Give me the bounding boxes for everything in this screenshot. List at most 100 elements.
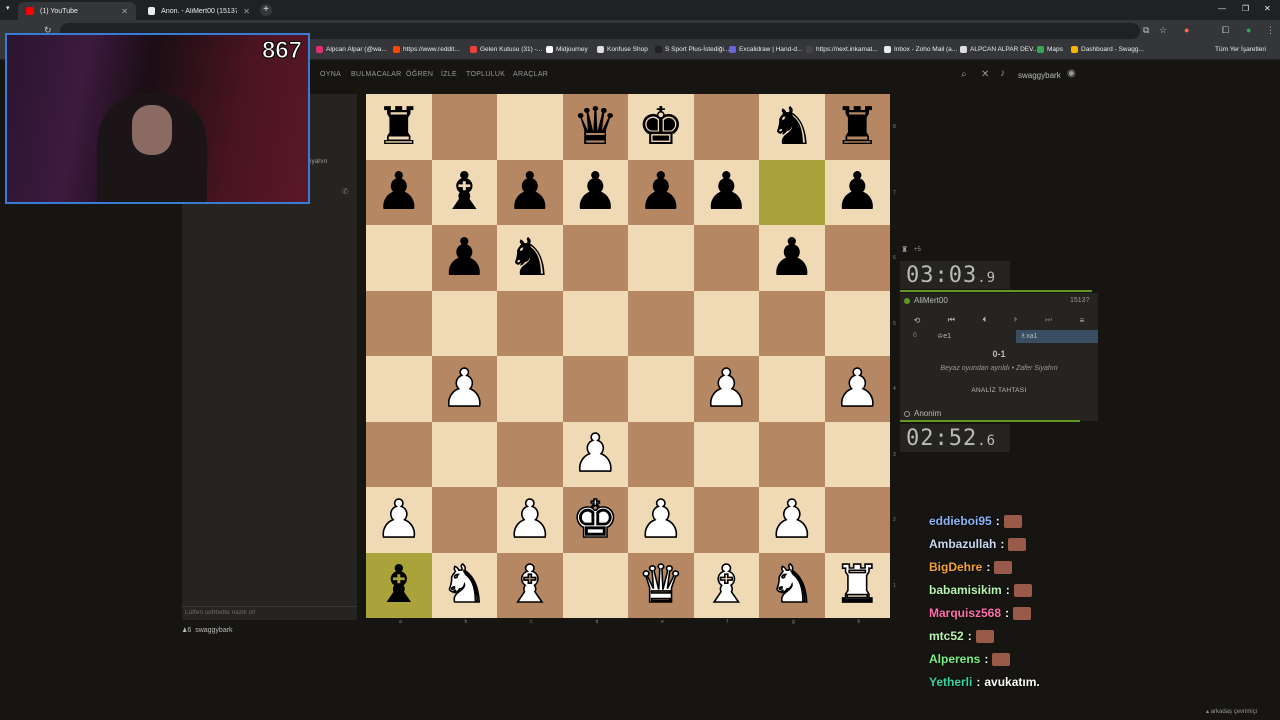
square-d1[interactable] bbox=[562, 552, 628, 618]
white-bishop-icon[interactable]: ♝ bbox=[702, 558, 750, 612]
square-c1[interactable]: ♝ bbox=[497, 552, 563, 618]
new-tab-button[interactable]: + bbox=[260, 4, 272, 16]
square-h3[interactable] bbox=[824, 421, 890, 487]
spectator-name[interactable]: swaggybark bbox=[195, 627, 232, 634]
extensions-puzzle-icon[interactable]: ⧠ bbox=[1222, 25, 1229, 36]
square-a7[interactable]: ♟ bbox=[366, 159, 432, 225]
chess-board[interactable]: ♜ ♛ ♚ ♞ ♜ ♟ ♝ ♟ ♟ ♟ ♟ ♟ ♟ ♞ ♟ ♟ ♟ ♟ ♟ ♟ ♟ ♚ ♟ ♟ ♝ ♞ ♝ ♛ ♝ ♞ ♜ bbox=[366, 94, 890, 618]
bookmark-item[interactable]: ALPCAN ALPAR DEV... bbox=[960, 46, 1038, 53]
white-knight-icon[interactable]: ♞ bbox=[768, 558, 816, 612]
close-tab-icon[interactable]: ✕ bbox=[243, 7, 250, 16]
square-e4[interactable] bbox=[628, 356, 694, 422]
square-e8[interactable]: ♚ bbox=[628, 94, 694, 160]
square-c4[interactable] bbox=[497, 356, 563, 422]
square-g2[interactable]: ♟ bbox=[759, 487, 825, 553]
close-window-icon[interactable]: ✕ bbox=[1264, 4, 1271, 13]
square-g5[interactable] bbox=[759, 290, 825, 356]
square-d7[interactable]: ♟ bbox=[562, 159, 628, 225]
square-g6[interactable]: ♟ bbox=[759, 225, 825, 291]
square-d8[interactable]: ♛ bbox=[562, 94, 628, 160]
square-b2[interactable] bbox=[431, 487, 497, 553]
tab-search-icon[interactable]: ▾ bbox=[6, 4, 10, 12]
bookmark-item[interactable]: Dashboard - Swagg... bbox=[1071, 46, 1144, 53]
square-a2[interactable]: ♟ bbox=[366, 487, 432, 553]
top-player[interactable]: AliMert00 bbox=[904, 296, 948, 305]
square-a8[interactable]: ♜ bbox=[366, 94, 432, 160]
square-g3[interactable] bbox=[759, 421, 825, 487]
bookmark-item[interactable]: Konfuse Shop bbox=[597, 46, 648, 53]
black-rook-icon[interactable]: ♜ bbox=[375, 101, 422, 153]
square-a1[interactable]: ♝ bbox=[366, 552, 432, 618]
square-c7[interactable]: ♟ bbox=[497, 159, 563, 225]
square-d6[interactable] bbox=[562, 225, 628, 291]
tab-youtube[interactable]: (1) YouTube ✕ bbox=[18, 2, 136, 20]
white-queen-icon[interactable]: ♛ bbox=[637, 558, 685, 612]
black-pawn-icon[interactable]: ♟ bbox=[703, 166, 750, 218]
square-f4[interactable]: ♟ bbox=[693, 356, 759, 422]
flip-board-icon[interactable]: ⟲ bbox=[914, 316, 921, 325]
close-icon[interactable]: ✕ bbox=[981, 69, 989, 80]
square-c3[interactable] bbox=[497, 421, 563, 487]
white-pawn-icon[interactable]: ♟ bbox=[375, 493, 423, 547]
bookmark-item[interactable]: Maps bbox=[1037, 46, 1063, 53]
square-h6[interactable] bbox=[824, 225, 890, 291]
next-move-icon[interactable]: ⏵ bbox=[1014, 315, 1018, 325]
black-rook-icon[interactable]: ♜ bbox=[834, 101, 881, 153]
maximize-icon[interactable]: ❐ bbox=[1242, 4, 1249, 13]
square-g4[interactable] bbox=[759, 356, 825, 422]
white-pawn-icon[interactable]: ♟ bbox=[506, 493, 554, 547]
bottom-player-name[interactable]: Anonim bbox=[914, 409, 941, 418]
analysis-board-button[interactable]: ANALİZ TAHTASI bbox=[900, 387, 1098, 394]
black-pawn-icon[interactable]: ♟ bbox=[506, 166, 553, 218]
tab-lichess[interactable]: Anon. - AliMert00 (15137) • sp... ✕ bbox=[140, 2, 258, 20]
square-c8[interactable] bbox=[497, 94, 563, 160]
bookmark-item[interactable]: Alpcan Alpar (@wa... bbox=[316, 46, 387, 53]
square-a4[interactable] bbox=[366, 356, 432, 422]
nav-community[interactable]: TOPLULUK bbox=[466, 71, 505, 78]
square-e5[interactable] bbox=[628, 290, 694, 356]
square-b8[interactable] bbox=[431, 94, 497, 160]
friends-online[interactable]: ▴ arkadaş çevrimiçi bbox=[1206, 708, 1257, 715]
all-bookmarks[interactable]: Tüm Yer İşaretleri bbox=[1215, 46, 1266, 53]
black-queen-icon[interactable]: ♛ bbox=[572, 101, 619, 153]
bookmark-item[interactable]: Excalidraw | Hand-d... bbox=[729, 46, 802, 53]
square-d4[interactable] bbox=[562, 356, 628, 422]
square-d5[interactable] bbox=[562, 290, 628, 356]
black-pawn-icon[interactable]: ♟ bbox=[441, 232, 488, 284]
square-e6[interactable] bbox=[628, 225, 694, 291]
star-icon[interactable]: ☆ bbox=[1159, 25, 1167, 36]
square-g1[interactable]: ♞ bbox=[759, 552, 825, 618]
black-knight-icon[interactable]: ♞ bbox=[768, 101, 815, 153]
square-a5[interactable] bbox=[366, 290, 432, 356]
square-e7[interactable]: ♟ bbox=[628, 159, 694, 225]
black-king-icon[interactable]: ♚ bbox=[637, 101, 684, 153]
square-b6[interactable]: ♟ bbox=[431, 225, 497, 291]
nav-tools[interactable]: ARAÇLAR bbox=[513, 71, 548, 78]
nav-watch[interactable]: İZLE bbox=[441, 71, 457, 78]
nav-learn[interactable]: ÖĞREN bbox=[406, 71, 433, 78]
square-c6[interactable]: ♞ bbox=[497, 225, 563, 291]
square-h8[interactable]: ♜ bbox=[824, 94, 890, 160]
search-icon[interactable]: ⌕ bbox=[961, 69, 967, 80]
square-e1[interactable]: ♛ bbox=[628, 552, 694, 618]
white-king-icon[interactable]: ♚ bbox=[571, 493, 619, 547]
chat-input[interactable]: Lütfen sohbette nazik ol! bbox=[182, 606, 357, 620]
square-h1[interactable]: ♜ bbox=[824, 552, 890, 618]
user-avatar-icon[interactable]: ◉ bbox=[1067, 68, 1076, 79]
square-a3[interactable] bbox=[366, 421, 432, 487]
square-b5[interactable] bbox=[431, 290, 497, 356]
square-b3[interactable] bbox=[431, 421, 497, 487]
square-d3[interactable]: ♟ bbox=[562, 421, 628, 487]
black-pawn-icon[interactable]: ♟ bbox=[834, 166, 881, 218]
square-f2[interactable] bbox=[693, 487, 759, 553]
square-e2[interactable]: ♟ bbox=[628, 487, 694, 553]
square-f7[interactable]: ♟ bbox=[693, 159, 759, 225]
last-move-icon[interactable]: ⏭ bbox=[1045, 315, 1052, 325]
nav-play[interactable]: OYNA bbox=[320, 71, 341, 78]
white-pawn-icon[interactable]: ♟ bbox=[440, 362, 488, 416]
bookmark-item[interactable]: Gelen Kutusu (31) -... bbox=[470, 46, 542, 53]
white-move[interactable]: ♔e1 bbox=[937, 332, 951, 340]
white-pawn-icon[interactable]: ♟ bbox=[833, 362, 881, 416]
install-icon[interactable]: ⧉ bbox=[1143, 25, 1149, 36]
black-bishop-icon[interactable]: ♝ bbox=[441, 166, 488, 218]
